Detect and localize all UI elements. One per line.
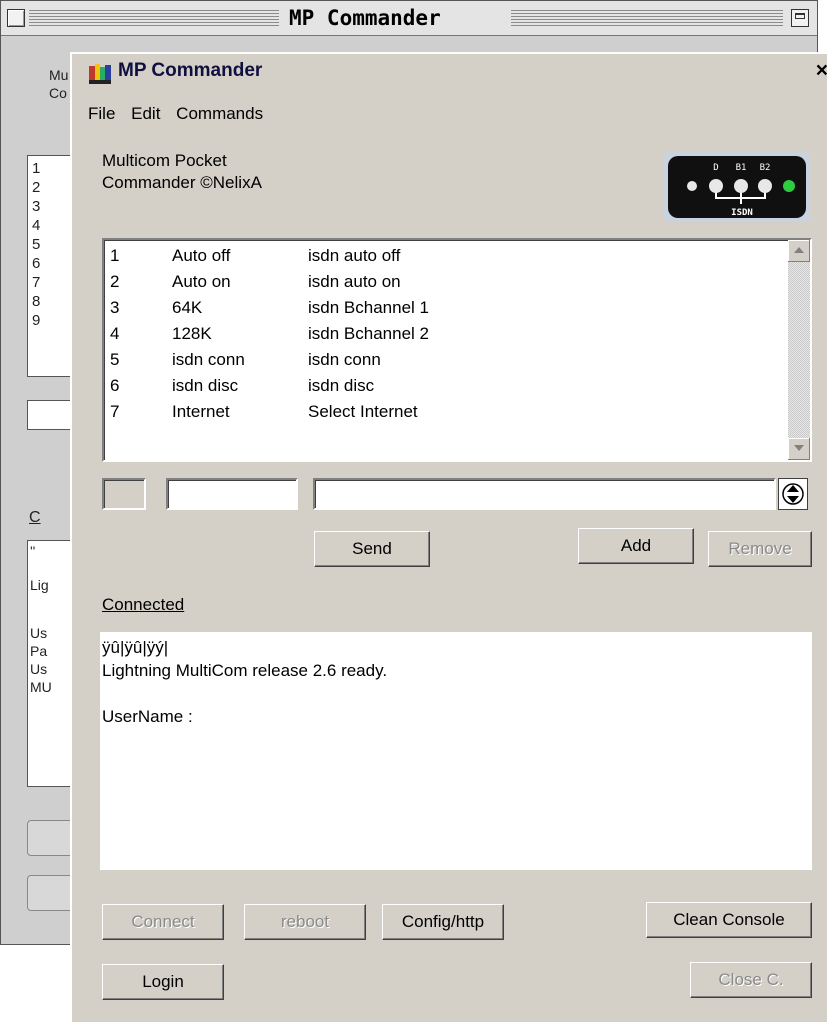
- command-list[interactable]: 1 Auto off isdn auto off 2 Auto on isdn …: [102, 238, 812, 462]
- menu-bar: File Edit Commands: [88, 104, 274, 124]
- row-number: 1: [110, 246, 120, 265]
- spinner-arrows-icon[interactable]: [778, 478, 808, 510]
- number-field[interactable]: [102, 478, 146, 510]
- led-icon: [734, 179, 748, 193]
- row-command: isdn Bchannel 1: [308, 298, 429, 317]
- row-number: 2: [110, 272, 120, 291]
- background-console-text: '': [30, 543, 36, 559]
- row-name: isdn conn: [172, 350, 245, 369]
- background-window-title: MP Commander: [282, 4, 448, 32]
- background-console-text: Us: [30, 625, 48, 641]
- clean-console-button[interactable]: Clean Console: [646, 902, 812, 938]
- about-line: Commander ©NelixA: [102, 173, 262, 192]
- mp-commander-window: MP Commander × File Edit Commands Multic…: [70, 52, 827, 1022]
- title-stripes: [29, 8, 279, 28]
- led-icon: [687, 181, 697, 191]
- remove-button[interactable]: Remove: [708, 531, 812, 567]
- name-field[interactable]: [166, 478, 298, 510]
- row-name: Auto on: [172, 272, 231, 291]
- background-list-number: 3: [32, 198, 41, 215]
- console-line: Lightning MultiCom release 2.6 ready.: [102, 661, 388, 680]
- background-console-text: Lig: [30, 577, 49, 593]
- row-name: 64K: [172, 298, 203, 317]
- row-name: Internet: [172, 402, 230, 421]
- scroll-down-icon[interactable]: [788, 438, 810, 460]
- row-number: 4: [110, 324, 120, 343]
- background-status: C: [29, 509, 41, 526]
- background-list-number: 8: [32, 293, 41, 310]
- close-box-icon[interactable]: [7, 9, 25, 27]
- background-list-number: 6: [32, 255, 41, 272]
- background-list-number: 9: [32, 312, 41, 329]
- row-command: Select Internet: [308, 402, 418, 421]
- background-list-number: 2: [32, 179, 41, 196]
- title-bar[interactable]: MP Commander ×: [72, 54, 827, 92]
- row-command: isdn auto off: [308, 246, 401, 265]
- window-title: MP Commander: [118, 60, 263, 81]
- background-console-text: MU: [30, 679, 52, 695]
- row-number: 6: [110, 376, 120, 395]
- row-name: 128K: [172, 324, 212, 343]
- list-scrollbar[interactable]: [788, 240, 810, 460]
- console-output[interactable]: ÿû|ÿû|ÿý| Lightning MultiCom release 2.6…: [100, 632, 812, 870]
- menu-edit[interactable]: Edit: [131, 104, 160, 124]
- isdn-label-b2: B2: [760, 163, 771, 173]
- led-icon: [758, 179, 772, 193]
- send-button[interactable]: Send: [314, 531, 430, 567]
- led-icon: [709, 179, 723, 193]
- menu-file[interactable]: File: [88, 104, 115, 124]
- add-button[interactable]: Add: [578, 528, 694, 564]
- row-number: 3: [110, 298, 120, 317]
- isdn-label-b1: B1: [736, 163, 747, 173]
- close-connection-button[interactable]: Close C.: [690, 962, 812, 998]
- row-number: 5: [110, 350, 120, 369]
- connection-status: Connected: [102, 595, 185, 614]
- config-http-button[interactable]: Config/http: [382, 904, 504, 940]
- menu-commands[interactable]: Commands: [176, 104, 263, 124]
- isdn-status-icon: D B1 B2 ISDN: [664, 152, 810, 222]
- scroll-up-icon[interactable]: [788, 240, 810, 262]
- about-line: Multicom Pocket: [102, 151, 227, 170]
- reboot-button[interactable]: reboot: [244, 904, 366, 940]
- zoom-box-icon[interactable]: [791, 9, 809, 27]
- background-list-number: 7: [32, 274, 41, 291]
- isdn-label-d: D: [713, 163, 718, 173]
- close-icon[interactable]: ×: [816, 59, 827, 83]
- console-line: UserName :: [102, 707, 193, 726]
- isdn-caption: ISDN: [731, 208, 753, 218]
- background-text-fragment: Mu: [49, 67, 69, 83]
- background-list-number: 4: [32, 217, 41, 234]
- console-line: ÿû|ÿû|ÿý|: [102, 638, 169, 657]
- row-command: isdn Bchannel 2: [308, 324, 429, 343]
- title-stripes: [511, 8, 783, 28]
- background-title-bar[interactable]: MP Commander: [1, 1, 817, 36]
- command-field[interactable]: [313, 478, 776, 510]
- row-name: Auto off: [172, 246, 231, 265]
- row-number: 7: [110, 402, 120, 421]
- row-command: isdn disc: [308, 376, 375, 395]
- background-text-fragment: Co: [49, 85, 67, 101]
- about-text: Multicom Pocket Commander ©NelixA: [102, 150, 262, 194]
- row-command: isdn conn: [308, 350, 381, 369]
- background-console-text: Pa: [30, 643, 48, 659]
- row-command: isdn auto on: [308, 272, 401, 291]
- row-name: isdn disc: [172, 376, 239, 395]
- app-icon: [89, 64, 111, 84]
- background-list-number: 5: [32, 236, 41, 253]
- connect-button[interactable]: Connect: [102, 904, 224, 940]
- background-list-number: 1: [32, 160, 41, 177]
- login-button[interactable]: Login: [102, 964, 224, 1000]
- background-console-text: Us: [30, 661, 48, 677]
- led-icon: [783, 180, 795, 192]
